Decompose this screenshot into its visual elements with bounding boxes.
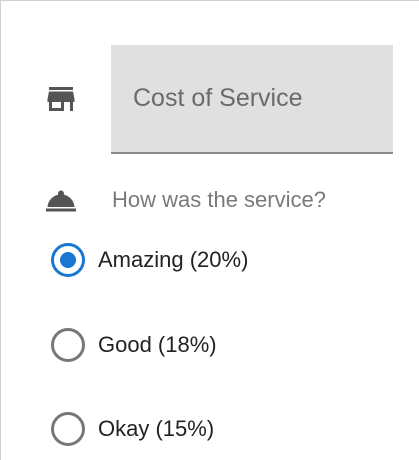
radio-label-okay[interactable]: Okay (15%)	[98, 416, 214, 442]
radio-button-unchecked[interactable]	[51, 328, 85, 362]
service-question-label: How was the service?	[112, 187, 326, 212]
radio-option-okay[interactable]: Okay (15%)	[51, 411, 214, 447]
radio-option-amazing[interactable]: Amazing (20%)	[51, 242, 248, 278]
radio-label-amazing[interactable]: Amazing (20%)	[98, 247, 248, 273]
cost-of-service-field[interactable]	[111, 45, 393, 154]
tip-calculator-screen: How was the service? Amazing (20%) Good …	[0, 0, 419, 460]
radio-button-checked[interactable]	[51, 243, 85, 277]
room-service-bell-icon	[46, 190, 76, 212]
radio-selected-dot	[60, 252, 76, 268]
storefront-icon	[47, 87, 75, 111]
radio-option-good[interactable]: Good (18%)	[51, 327, 217, 363]
radio-button-unchecked[interactable]	[51, 412, 85, 446]
cost-of-service-input[interactable]	[111, 45, 393, 152]
radio-label-good[interactable]: Good (18%)	[98, 332, 217, 358]
